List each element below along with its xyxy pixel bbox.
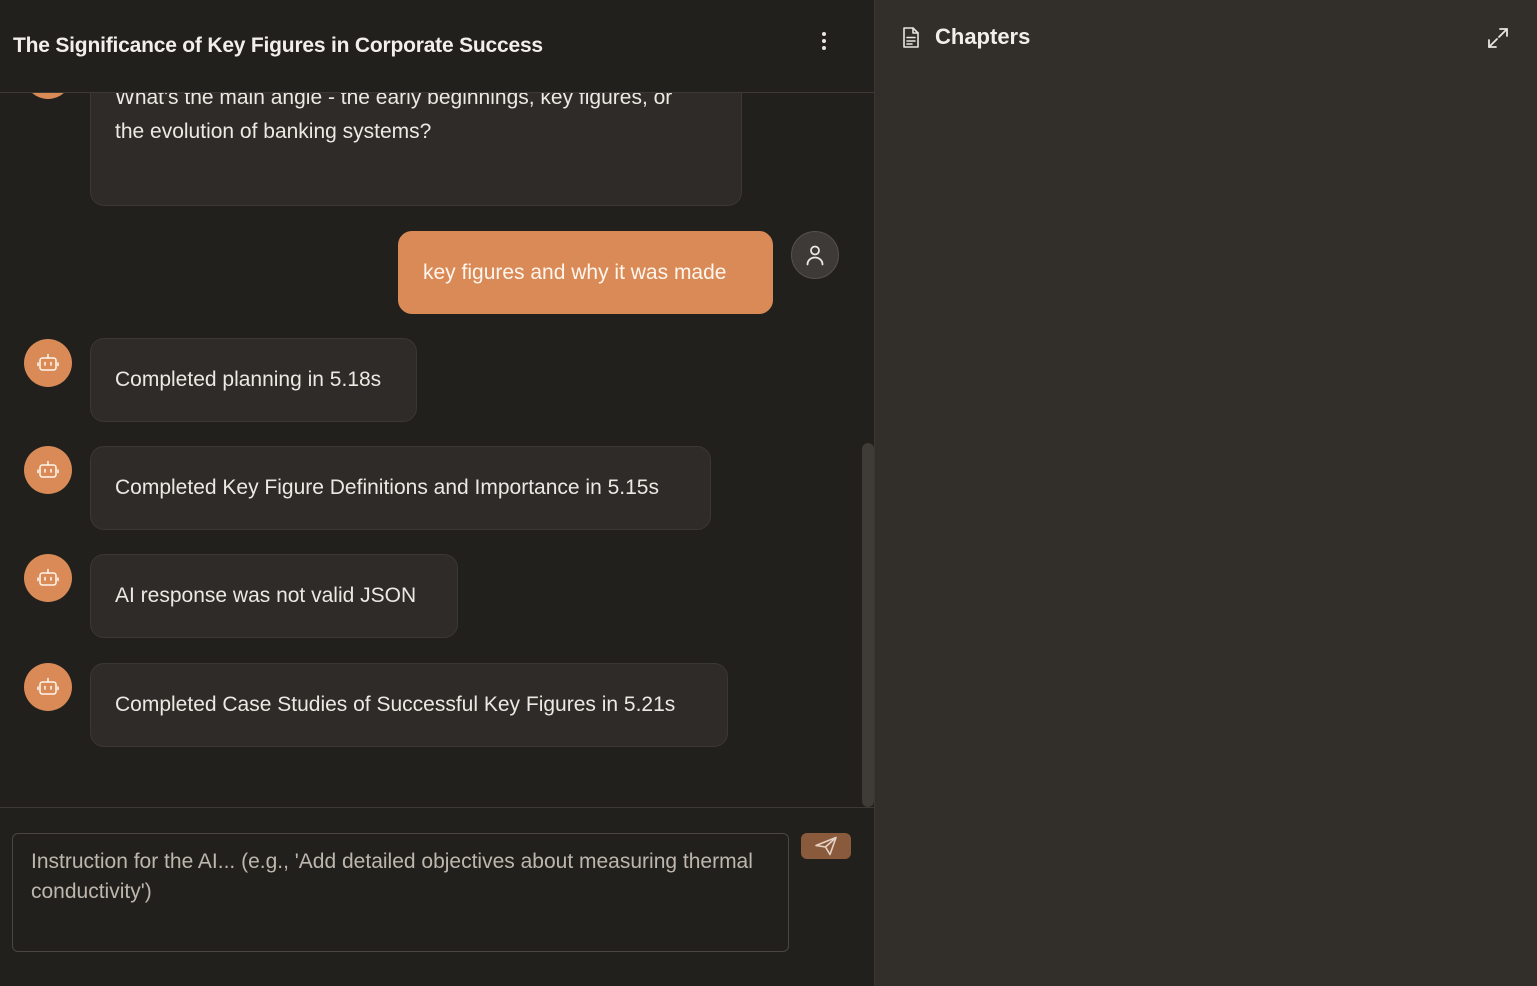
assistant-message: AI response was not valid JSON (90, 554, 458, 638)
composer (0, 807, 875, 986)
assistant-message: Completed Case Studies of Successful Key… (90, 663, 728, 747)
send-icon (815, 836, 837, 856)
expand-icon[interactable] (1487, 27, 1509, 49)
message-text: Completed Case Studies of Successful Key… (115, 693, 676, 716)
assistant-message: Completed Key Figure Definitions and Imp… (90, 446, 711, 530)
chat-header: The Significance of Key Figures in Corpo… (0, 0, 875, 93)
bot-avatar-icon (24, 446, 72, 494)
assistant-message: What's the main angle - the early beginn… (90, 93, 742, 206)
assistant-message: Completed planning in 5.18s (90, 338, 417, 422)
send-button[interactable] (801, 833, 851, 859)
app-root: The Significance of Key Figures in Corpo… (0, 0, 1537, 986)
instruction-input[interactable] (12, 833, 789, 952)
chapters-header: Chapters (875, 0, 1537, 76)
message-text-line: the evolution of banking systems? (115, 120, 432, 143)
message-list[interactable]: What's the main angle - the early beginn… (0, 93, 875, 807)
document-icon (903, 27, 919, 48)
assistant-avatar (24, 93, 72, 99)
bot-avatar-icon (24, 554, 72, 602)
message-text: Completed planning in 5.18s (115, 368, 382, 391)
message-text: key figures and why it was made (423, 261, 727, 284)
message-text: AI response was not valid JSON (115, 584, 417, 607)
kebab-menu-icon[interactable] (810, 27, 838, 55)
bot-avatar-icon (24, 663, 72, 711)
chapters-title: Chapters (935, 24, 1031, 49)
chat-pane: The Significance of Key Figures in Corpo… (0, 0, 875, 986)
bot-avatar-icon (24, 339, 72, 387)
chat-title: The Significance of Key Figures in Corpo… (13, 34, 543, 57)
user-message: key figures and why it was made (398, 231, 773, 314)
user-avatar-icon (791, 231, 839, 279)
message-text-line: What's the main angle - the early beginn… (115, 93, 673, 109)
message-text: Completed Key Figure Definitions and Imp… (115, 476, 659, 499)
chapters-pane: Chapters (875, 0, 1537, 986)
message-scrollbar[interactable] (862, 443, 874, 807)
